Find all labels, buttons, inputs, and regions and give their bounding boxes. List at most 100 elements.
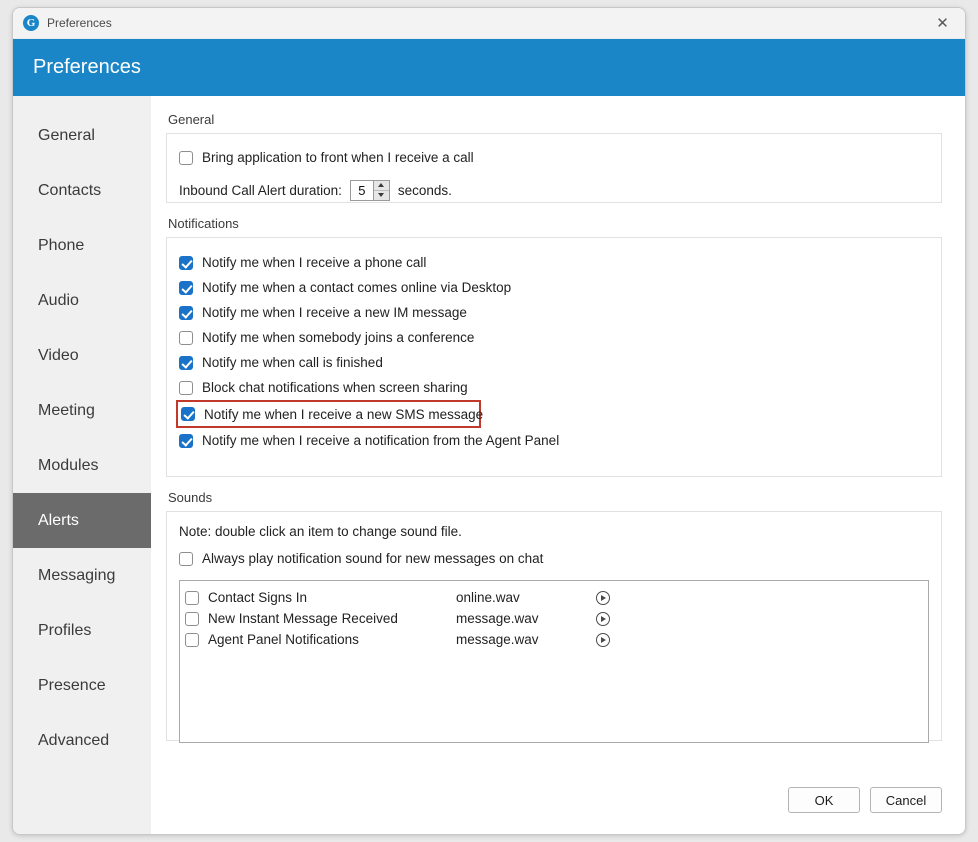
sound-list[interactable]: Contact Signs In online.wav New Instant … <box>179 580 929 743</box>
notify-call-finished-checkbox[interactable] <box>179 355 193 370</box>
sidebar-item-alerts[interactable]: Alerts <box>13 493 151 548</box>
general-group-label: General <box>168 112 215 127</box>
notify-conference-join-checkbox[interactable] <box>179 330 193 345</box>
notify-phone-call-row[interactable]: Notify me when I receive a phone call <box>179 250 929 275</box>
notify-conference-join-label: Notify me when somebody joins a conferen… <box>202 330 475 345</box>
page-header: Preferences <box>13 39 965 96</box>
notify-agent-panel-row[interactable]: Notify me when I receive a notification … <box>179 428 929 453</box>
list-item[interactable]: New Instant Message Received message.wav <box>185 608 923 629</box>
cancel-button[interactable]: Cancel <box>870 787 942 813</box>
general-group: Bring application to front when I receiv… <box>166 133 942 203</box>
notify-sms-message-row[interactable]: Notify me when I receive a new SMS messa… <box>176 400 484 428</box>
sidebar-item-phone[interactable]: Phone <box>13 218 151 273</box>
sidebar-item-label: Phone <box>38 236 85 254</box>
sidebar-item-contacts[interactable]: Contacts <box>13 163 151 218</box>
sounds-note: Note: double click an item to change sou… <box>179 524 462 539</box>
sidebar-item-label: Alerts <box>38 511 79 529</box>
notify-im-message-checkbox[interactable] <box>179 305 193 320</box>
block-chat-screenshare-row[interactable]: Block chat notifications when screen sha… <box>179 375 929 400</box>
titlebar-title: Preferences <box>47 16 112 30</box>
close-icon[interactable]: ✕ <box>920 8 965 38</box>
notify-contact-online-checkbox[interactable] <box>179 280 193 295</box>
sound-item-checkbox[interactable] <box>185 611 199 626</box>
sidebar-item-video[interactable]: Video <box>13 328 151 383</box>
sidebar-item-messaging[interactable]: Messaging <box>13 548 151 603</box>
always-play-sound-row[interactable]: Always play notification sound for new m… <box>179 546 929 571</box>
sidebar-item-label: Presence <box>38 676 106 694</box>
inbound-call-duration-row: Inbound Call Alert duration: 5 seconds. <box>179 180 929 201</box>
sidebar-item-modules[interactable]: Modules <box>13 438 151 493</box>
sound-item-name: Agent Panel Notifications <box>208 632 359 647</box>
sidebar-item-advanced[interactable]: Advanced <box>13 713 151 768</box>
sidebar-item-label: Contacts <box>38 181 102 199</box>
play-icon[interactable] <box>596 590 610 605</box>
notify-agent-panel-label: Notify me when I receive a notification … <box>202 433 560 448</box>
sound-item-file: message.wav <box>456 632 539 647</box>
duration-stepper-buttons <box>372 181 389 200</box>
page-title: Preferences <box>33 56 141 78</box>
notify-contact-online-row[interactable]: Notify me when a contact comes online vi… <box>179 275 929 300</box>
duration-prefix-label: Inbound Call Alert duration: <box>179 183 342 198</box>
sidebar-item-label: Messaging <box>38 566 116 584</box>
notifications-group: Notify me when I receive a phone call No… <box>166 237 942 477</box>
block-chat-screenshare-checkbox[interactable] <box>179 380 193 395</box>
sidebar-item-label: Video <box>38 346 79 364</box>
notify-sms-message-label: Notify me when I receive a new SMS messa… <box>204 406 484 422</box>
duration-stepper[interactable]: 5 <box>349 180 390 201</box>
sounds-group: Note: double click an item to change sou… <box>166 511 942 743</box>
sound-item-file: online.wav <box>456 590 520 605</box>
block-chat-screenshare-label: Block chat notifications when screen sha… <box>202 380 468 395</box>
sound-item-checkbox[interactable] <box>185 590 199 605</box>
notify-phone-call-checkbox[interactable] <box>179 255 193 270</box>
notify-sms-message-checkbox[interactable] <box>181 407 195 421</box>
notify-im-message-label: Notify me when I receive a new IM messag… <box>202 305 467 320</box>
list-item[interactable]: Agent Panel Notifications message.wav <box>185 629 923 650</box>
sidebar-item-profiles[interactable]: Profiles <box>13 603 151 658</box>
sidebar-item-label: Audio <box>38 291 79 309</box>
sound-item-name: Contact Signs In <box>208 590 308 605</box>
bring-to-front-label: Bring application to front when I receiv… <box>202 150 474 165</box>
stepper-down-button[interactable] <box>373 190 389 200</box>
sidebar-item-label: Modules <box>38 456 99 474</box>
sound-item-name: New Instant Message Received <box>208 611 398 626</box>
notifications-group-label: Notifications <box>168 216 239 231</box>
app-logo-icon: G <box>23 15 39 31</box>
chevron-up-icon <box>378 183 385 188</box>
sidebar-item-meeting[interactable]: Meeting <box>13 383 151 438</box>
dialog-footer: OK Cancel <box>788 787 942 813</box>
sidebar-item-label: General <box>38 126 95 144</box>
sounds-group-label: Sounds <box>168 490 213 505</box>
preferences-window: G Preferences ✕ Preferences General Cont… <box>12 7 966 835</box>
notify-phone-call-label: Notify me when I receive a phone call <box>202 255 427 270</box>
sidebar-item-label: Advanced <box>38 731 110 749</box>
always-play-sound-checkbox[interactable] <box>179 551 193 566</box>
titlebar: G Preferences ✕ <box>13 8 965 39</box>
sound-item-file: message.wav <box>456 611 539 626</box>
duration-value[interactable]: 5 <box>351 181 373 200</box>
sidebar-item-audio[interactable]: Audio <box>13 273 151 328</box>
notify-contact-online-label: Notify me when a contact comes online vi… <box>202 280 512 295</box>
sidebar-item-general[interactable]: General <box>13 108 151 163</box>
window-body: General Contacts Phone Audio Video Meeti… <box>13 96 965 834</box>
always-play-sound-label: Always play notification sound for new m… <box>202 551 544 566</box>
bring-to-front-checkbox[interactable] <box>179 150 193 165</box>
play-icon[interactable] <box>596 632 610 647</box>
bring-to-front-row[interactable]: Bring application to front when I receiv… <box>179 145 929 170</box>
duration-suffix-label: seconds. <box>397 183 452 198</box>
notify-agent-panel-checkbox[interactable] <box>179 433 193 448</box>
notify-call-finished-row[interactable]: Notify me when call is finished <box>179 350 929 375</box>
sidebar-item-label: Profiles <box>38 621 92 639</box>
sound-item-checkbox[interactable] <box>185 632 199 647</box>
content-panel: General Bring application to front when … <box>151 96 965 834</box>
notify-im-message-row[interactable]: Notify me when I receive a new IM messag… <box>179 300 929 325</box>
sidebar-item-presence[interactable]: Presence <box>13 658 151 713</box>
sidebar: General Contacts Phone Audio Video Meeti… <box>13 96 151 834</box>
stepper-up-button[interactable] <box>373 181 389 191</box>
ok-button[interactable]: OK <box>788 787 860 813</box>
notify-conference-join-row[interactable]: Notify me when somebody joins a conferen… <box>179 325 929 350</box>
list-item[interactable]: Contact Signs In online.wav <box>185 587 923 608</box>
play-icon[interactable] <box>596 611 610 626</box>
chevron-down-icon <box>378 193 385 198</box>
